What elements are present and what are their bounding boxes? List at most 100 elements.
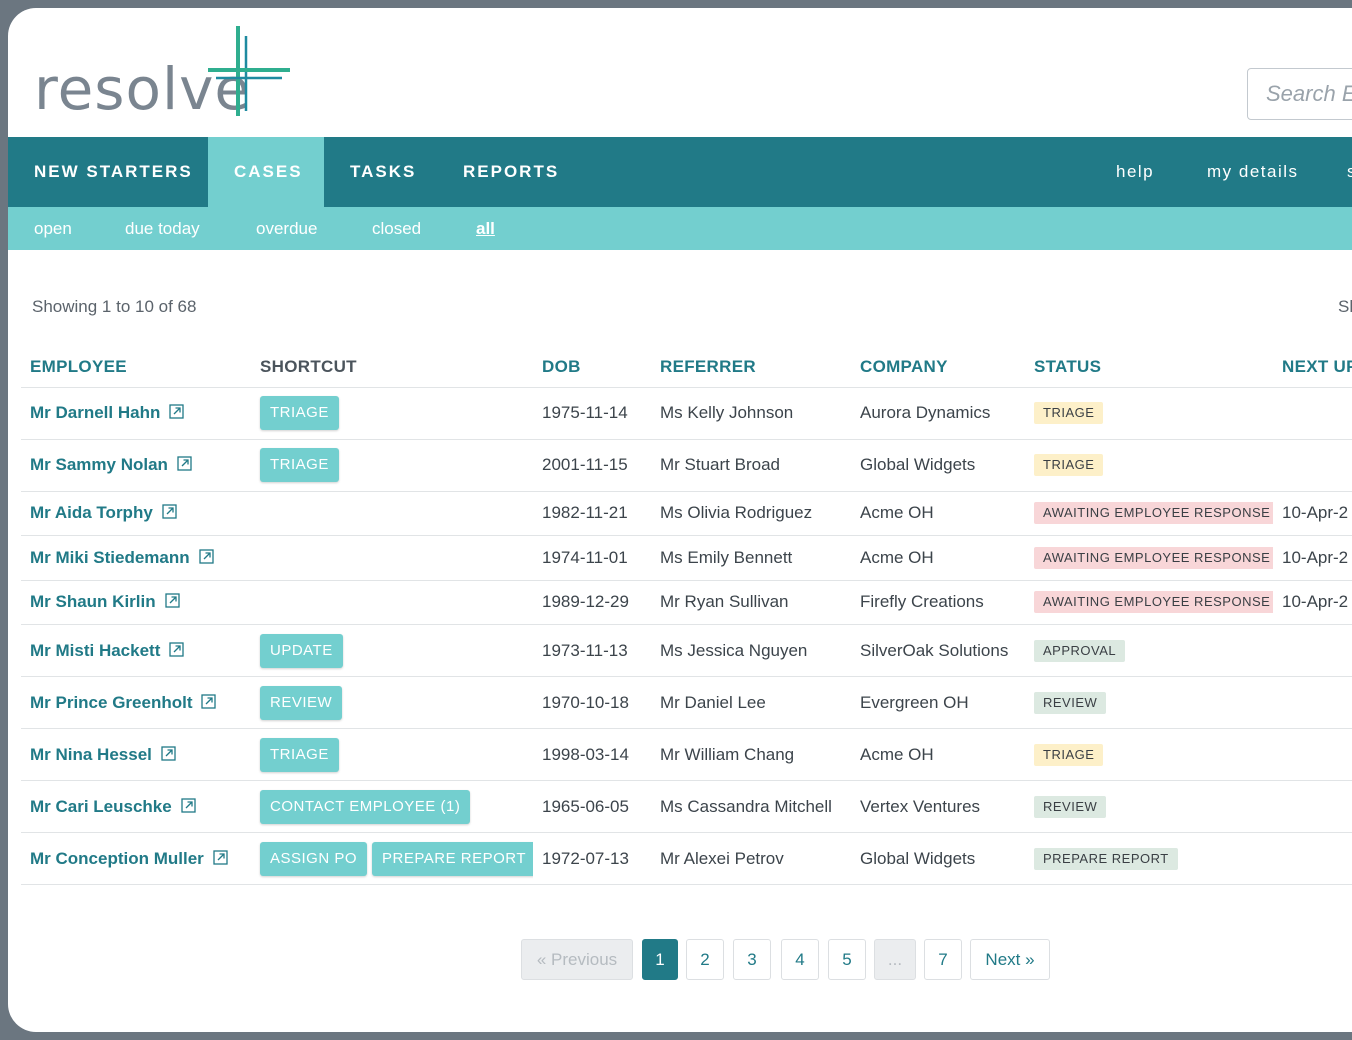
status-badge: APPROVAL (1034, 639, 1126, 662)
next-up-cell (1273, 387, 1352, 440)
referrer-cell: Mr Stuart Broad (651, 439, 851, 492)
shortcut-button[interactable]: ASSIGN PO (260, 841, 368, 876)
shortcut-button[interactable]: UPDATE (260, 633, 343, 668)
pagination-page[interactable]: 1 (642, 939, 678, 980)
col-status[interactable]: STATUS (1025, 347, 1273, 388)
shortcut-button[interactable]: TRIAGE (260, 737, 339, 772)
external-link-icon[interactable] (161, 745, 176, 761)
table-row[interactable]: Mr Aida Torphy 1982-11-21 Ms Olivia Rodrig… (21, 491, 1352, 536)
status-cell: APPROVAL (1025, 624, 1273, 677)
nav-my-details[interactable]: my details (1207, 137, 1299, 207)
pagination-ellipsis: ... (874, 939, 916, 980)
external-link-icon[interactable] (169, 641, 185, 657)
nav-help[interactable]: help (1116, 137, 1154, 207)
table-row[interactable]: Mr Nina Hessel TRIAGE 1998-03-14 Mr William… (21, 728, 1352, 781)
nav-reports[interactable]: REPORTS (437, 137, 585, 207)
status-cell: PREPARE REPORT (1025, 832, 1273, 885)
subnav-overdue[interactable]: overdue (256, 207, 317, 250)
dob-cell: 1973-11-13 (533, 624, 651, 677)
employee-link[interactable]: Mr Sammy Nolan (30, 455, 168, 474)
external-link-icon[interactable] (198, 549, 214, 564)
employee-cell: Mr Aida Torphy (21, 491, 251, 536)
nav-overflow-item[interactable]: s (1347, 137, 1352, 207)
shortcut-cell (251, 580, 533, 625)
employee-link[interactable]: Mr Shaun Kirlin (30, 592, 156, 611)
nav-tasks[interactable]: TASKS (324, 137, 442, 207)
status-cell: TRIAGE (1025, 439, 1273, 492)
employee-cell: Mr Miki Stiedemann (21, 535, 251, 581)
status-badge: REVIEW (1034, 795, 1107, 818)
table-row[interactable]: Mr Sammy Nolan TRIAGE 2001-11-15 Mr Stuart … (21, 439, 1352, 492)
pagination-page[interactable]: 2 (686, 939, 724, 980)
subnav-open[interactable]: open (34, 207, 72, 250)
nav-new-starters[interactable]: NEW STARTERS (8, 137, 219, 207)
external-link-icon[interactable] (164, 593, 180, 608)
subnav-all[interactable]: all (476, 207, 495, 250)
table-row[interactable]: Mr Shaun Kirlin 1989-12-29 Mr Ryan Sulliva… (21, 580, 1352, 625)
external-link-icon[interactable] (181, 797, 196, 813)
col-employee[interactable]: EMPLOYEE (21, 347, 251, 388)
employee-link[interactable]: Mr Prince Greenholt (30, 693, 192, 712)
employee-link[interactable]: Mr Nina Hessel (30, 745, 152, 764)
shortcut-cell: ASSIGN PO PREPARE REPORT (251, 832, 533, 885)
pagination-page[interactable]: 4 (781, 939, 819, 980)
subnav-closed[interactable]: closed (372, 207, 421, 250)
shortcut-button[interactable]: TRIAGE (260, 448, 339, 482)
next-up-cell (1273, 439, 1352, 492)
shortcut-button[interactable]: CONTACT EMPLOYEE (1) (260, 789, 471, 824)
employee-cell: Mr Shaun Kirlin (21, 580, 251, 625)
company-cell: Acme OH (851, 535, 1025, 581)
table-row[interactable]: Mr Darnell Hahn TRIAGE 1975-11-14 Ms Kelly … (21, 387, 1352, 440)
col-referrer[interactable]: REFERRER (651, 347, 851, 388)
status-cell: AWAITING EMPLOYEE RESPONSE (1025, 535, 1273, 581)
nav-cases[interactable]: CASES (208, 137, 324, 207)
employee-link[interactable]: Mr Darnell Hahn (30, 403, 160, 422)
referrer-cell: Ms Cassandra Mitchell (651, 780, 851, 833)
table-row[interactable]: Mr Cari Leuschke CONTACT EMPLOYEE (1) 1965… (21, 780, 1352, 833)
table-row[interactable]: Mr Miki Stiedemann 1974-11-01 Ms Emily Ben… (21, 535, 1352, 581)
table-row[interactable]: Mr Prince Greenholt REVIEW 1970-10-18 Mr Da… (21, 676, 1352, 729)
resolve-logo[interactable]: resolve (34, 26, 294, 126)
shortcut-button[interactable]: REVIEW (260, 685, 343, 720)
referrer-cell: Ms Jessica Nguyen (651, 624, 851, 677)
pagination-previous: « Previous (521, 939, 633, 980)
shortcut-button[interactable]: TRIAGE (260, 396, 339, 430)
status-cell: TRIAGE (1025, 728, 1273, 781)
status-badge: TRIAGE (1034, 743, 1104, 766)
external-link-icon[interactable] (177, 456, 192, 471)
employee-link[interactable]: Mr Misti Hackett (30, 641, 160, 660)
table-row[interactable]: Mr Conception Muller ASSIGN PO PREPARE REP… (21, 832, 1352, 885)
table-row[interactable]: Mr Misti Hackett UPDATE 1973-11-13 Ms Jessi… (21, 624, 1352, 677)
status-cell: AWAITING EMPLOYEE RESPONSE (1025, 580, 1273, 625)
employee-link[interactable]: Mr Miki Stiedemann (30, 548, 190, 567)
subnav-due-today[interactable]: due today (125, 207, 200, 250)
external-link-icon[interactable] (213, 849, 228, 865)
col-company[interactable]: COMPANY (851, 347, 1025, 388)
next-up-cell (1273, 832, 1352, 885)
pagination-page[interactable]: 3 (733, 939, 771, 980)
pagination-page[interactable]: 5 (828, 939, 866, 980)
employee-cell: Mr Prince Greenholt (21, 676, 251, 729)
status-badge: TRIAGE (1034, 402, 1104, 424)
dob-cell: 1965-06-05 (533, 780, 651, 833)
results-count: Showing 1 to 10 of 68 (32, 297, 197, 316)
next-up-cell (1273, 780, 1352, 833)
company-cell: Global Widgets (851, 832, 1025, 885)
employee-link[interactable]: Mr Conception Muller (30, 849, 204, 868)
employee-link[interactable]: Mr Cari Leuschke (30, 797, 172, 816)
shortcut-button[interactable]: PREPARE REPORT (372, 841, 533, 876)
col-next-up[interactable]: NEXT UP (1273, 347, 1352, 388)
external-link-icon[interactable] (169, 404, 185, 419)
employee-cell: Mr Sammy Nolan (21, 439, 251, 492)
external-link-icon[interactable] (162, 504, 177, 519)
pagination-page[interactable]: 7 (924, 939, 962, 980)
employee-link[interactable]: Mr Aida Torphy (30, 503, 153, 522)
search-input[interactable] (1247, 68, 1352, 120)
col-dob[interactable]: DOB (533, 347, 651, 388)
company-cell: Acme OH (851, 728, 1025, 781)
company-cell: Aurora Dynamics (851, 387, 1025, 440)
company-cell: SilverOak Solutions (851, 624, 1025, 677)
external-link-icon[interactable] (201, 693, 217, 709)
employee-cell: Mr Conception Muller (21, 832, 251, 885)
pagination-next[interactable]: Next » (970, 939, 1050, 980)
